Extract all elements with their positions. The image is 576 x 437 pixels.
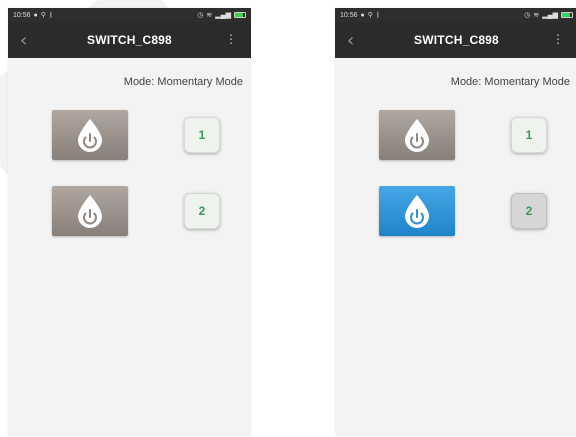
power-drop-icon bbox=[405, 195, 429, 228]
notification-icon: ● bbox=[33, 11, 38, 19]
power-switch-button[interactable] bbox=[52, 110, 128, 160]
battery-icon bbox=[234, 12, 246, 18]
channel-button[interactable]: 1 bbox=[511, 117, 547, 153]
alarm-icon: ◷ bbox=[197, 11, 204, 19]
signal-icon: ▂▄▆ bbox=[542, 11, 558, 19]
channel-button[interactable]: 2 bbox=[184, 193, 220, 229]
power-drop-icon bbox=[78, 195, 102, 228]
chevron-left-icon[interactable]: ‹ bbox=[20, 30, 27, 51]
page-title: SWITCH_C898 bbox=[414, 33, 499, 47]
power-drop-icon bbox=[78, 119, 102, 152]
chevron-left-icon[interactable]: ‹ bbox=[347, 30, 354, 51]
overflow-menu-icon[interactable]: ⋮ bbox=[552, 32, 564, 46]
channel-button-pressed[interactable]: 2 bbox=[511, 193, 547, 229]
notification-icon: ● bbox=[360, 11, 365, 19]
channel-button[interactable]: 1 bbox=[184, 117, 220, 153]
vibrate-icon: ≋ bbox=[533, 11, 540, 19]
status-time: 10:56 bbox=[13, 11, 31, 19]
battery-icon bbox=[561, 12, 573, 18]
switch-row: 1 bbox=[335, 110, 576, 160]
mode-label: Mode: Momentary Mode bbox=[450, 76, 570, 88]
switch-row: 2 bbox=[335, 186, 576, 236]
status-time: 10:56 bbox=[340, 11, 358, 19]
app-toolbar: ‹ SWITCH_C898 ⋮ bbox=[8, 22, 251, 58]
phone-screen-left: 10:56 ● ⚲ ᛒ ◷ ≋ ▂▄▆ ‹ SWITCH_C898 ⋮ Mode… bbox=[8, 8, 251, 436]
bluetooth-icon: ᛒ bbox=[375, 11, 381, 19]
status-bar: 10:56 ● ⚲ ᛒ ◷ ≋ ▂▄▆ bbox=[8, 8, 251, 22]
power-switch-button-active[interactable] bbox=[379, 186, 455, 236]
alarm-icon: ◷ bbox=[524, 11, 531, 19]
power-switch-button[interactable] bbox=[52, 186, 128, 236]
status-bar: 10:56 ● ⚲ ᛒ ◷ ≋ ▂▄▆ bbox=[335, 8, 576, 22]
switch-row: 2 bbox=[8, 186, 251, 236]
switch-row: 1 bbox=[8, 110, 251, 160]
app-toolbar: ‹ SWITCH_C898 ⋮ bbox=[335, 22, 576, 58]
signal-icon: ▂▄▆ bbox=[215, 11, 231, 19]
wifi-icon: ≋ bbox=[206, 11, 213, 19]
overflow-menu-icon[interactable]: ⋮ bbox=[225, 32, 237, 46]
power-drop-icon bbox=[405, 119, 429, 152]
usb-icon: ⚲ bbox=[40, 11, 46, 19]
power-switch-button[interactable] bbox=[379, 110, 455, 160]
page-title: SWITCH_C898 bbox=[87, 33, 172, 47]
mode-label: Mode: Momentary Mode bbox=[123, 76, 243, 88]
usb-icon: ⚲ bbox=[367, 11, 373, 19]
phone-screen-right: 10:56 ● ⚲ ᛒ ◷ ≋ ▂▄▆ ‹ SWITCH_C898 ⋮ Mode… bbox=[335, 8, 576, 436]
bluetooth-icon: ᛒ bbox=[48, 11, 54, 19]
